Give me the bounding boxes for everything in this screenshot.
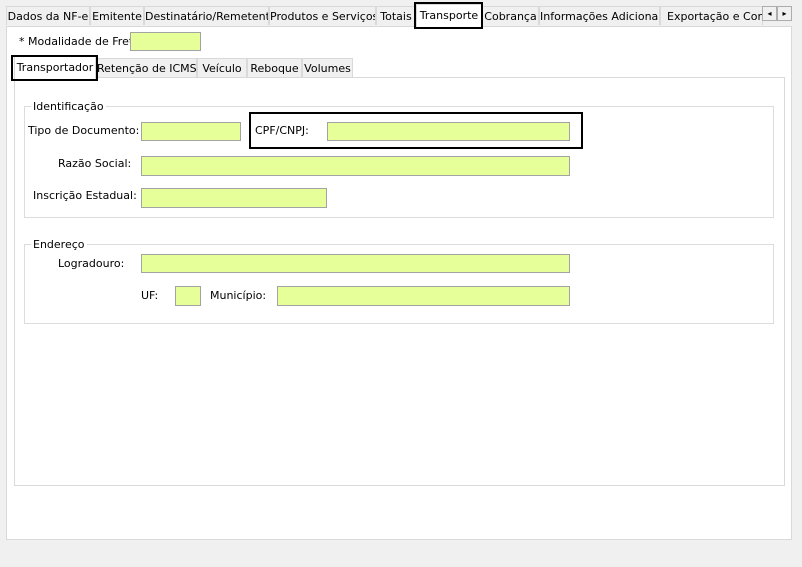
tab-scroll-left-button[interactable]: ◂ [762, 6, 777, 21]
cpf-cnpj-field[interactable] [327, 122, 570, 141]
tab-exportacao-compra[interactable]: Exportação e Compr [660, 6, 763, 25]
tab-retencao-icms[interactable]: Retenção de ICMS [96, 58, 197, 77]
razao-social-field[interactable] [141, 156, 570, 176]
tab-volumes[interactable]: Volumes [302, 58, 353, 77]
tab-emitente[interactable]: Emitente [90, 6, 144, 25]
tipo-documento-field[interactable] [141, 122, 241, 141]
tab-produtos-servicos[interactable]: Produtos e Serviços [269, 6, 376, 25]
tab-cobranca[interactable]: Cobrança [482, 6, 539, 25]
municipio-label: Município: [210, 289, 267, 302]
tab-reboque[interactable]: Reboque [247, 58, 302, 77]
uf-label: UF: [141, 289, 159, 302]
tab-transportador[interactable]: Transportador [14, 56, 96, 79]
logradouro-label: Logradouro: [58, 257, 125, 270]
tab-scroll-right-button[interactable]: ▸ [777, 6, 792, 21]
endereco-group-title: Endereço [31, 238, 87, 251]
cpf-cnpj-label: CPF/CNPJ: [255, 124, 309, 137]
tab-totais[interactable]: Totais [376, 6, 416, 25]
tab-destinatario-remetente[interactable]: Destinatário/Remetente [144, 6, 269, 25]
modalidade-frete-field[interactable] [130, 32, 201, 51]
tab-veiculo[interactable]: Veículo [197, 58, 247, 77]
modalidade-frete-label: * Modalidade de Frete: [19, 35, 144, 48]
tab-dados-nfe[interactable]: Dados da NF-e [6, 6, 90, 25]
tipo-documento-label: Tipo de Documento: [28, 124, 140, 137]
tab-informacoes-adicionais[interactable]: Informações Adicionais [539, 6, 660, 25]
identificacao-group-title: Identificação [31, 100, 106, 113]
uf-field[interactable] [175, 286, 201, 306]
inscricao-estadual-label: Inscrição Estadual: [33, 189, 137, 202]
tab-transporte[interactable]: Transporte [416, 4, 482, 27]
logradouro-field[interactable] [141, 254, 570, 273]
municipio-field[interactable] [277, 286, 570, 306]
inscricao-estadual-field[interactable] [141, 188, 327, 208]
razao-social-label: Razão Social: [58, 157, 132, 170]
